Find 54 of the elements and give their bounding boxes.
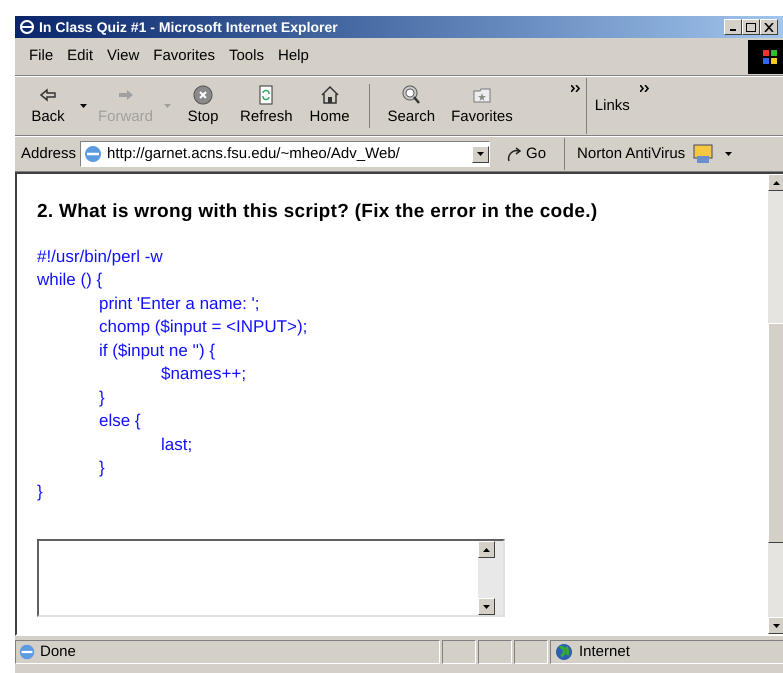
toolbar-button[interactable]: Refresh	[232, 84, 301, 128]
down-arrow-icon	[773, 624, 780, 628]
go-button[interactable]: Go	[506, 142, 546, 166]
search-icon	[400, 84, 422, 106]
maximize-button[interactable]	[742, 19, 760, 35]
status-panel	[478, 640, 512, 664]
status-panel	[442, 640, 476, 664]
up-arrow-icon	[773, 180, 780, 184]
scroll-down-button[interactable]	[478, 598, 495, 615]
status-text: Done	[40, 642, 76, 662]
window-title: In Class Quiz #1 - Microsoft Internet Explorer	[39, 18, 338, 37]
norton-antivirus-button[interactable]: Norton AntiVirus	[577, 142, 686, 166]
links-label[interactable]: Links	[594, 94, 630, 118]
toolbar-button[interactable]: Home	[300, 84, 359, 128]
perl-code: #!/usr/bin/perl -w while () { print 'Enter a name: '; chomp ($input = <INPUT>); if ($input ne '') { $names++; } else { last; } }	[37, 246, 308, 502]
address-label: Address	[21, 144, 76, 164]
up-arrow-icon	[483, 548, 490, 552]
dropdown-caret-icon[interactable]	[80, 104, 87, 108]
house-icon	[318, 84, 341, 106]
toolbar-button[interactable]: Back	[19, 84, 77, 128]
menu-item[interactable]: File	[23, 45, 60, 68]
globe-icon	[555, 643, 573, 661]
antivirus-icon	[693, 144, 714, 164]
close-icon	[764, 22, 774, 32]
answer-textarea[interactable]	[37, 539, 505, 617]
down-arrow-icon	[483, 604, 490, 608]
dropdown-caret-icon[interactable]	[725, 152, 732, 156]
vertical-scrollbar[interactable]	[768, 174, 783, 634]
close-button[interactable]	[760, 19, 778, 35]
minimize-button[interactable]	[724, 19, 742, 35]
toolbar-button[interactable]: Favorites	[443, 84, 521, 128]
menu-item[interactable]: Help	[272, 45, 315, 68]
windows-logo-icon	[748, 40, 783, 74]
menu-item[interactable]: View	[101, 45, 146, 68]
stop-icon	[192, 84, 214, 106]
menu-item[interactable]: Edit	[61, 45, 100, 68]
status-panel	[514, 640, 548, 664]
scroll-up-button[interactable]	[478, 541, 495, 558]
scroll-down-button[interactable]	[768, 617, 783, 634]
maximize-icon	[746, 22, 756, 32]
scroll-up-button[interactable]	[768, 174, 783, 191]
scrollbar-thumb[interactable]	[768, 323, 783, 543]
chevron-icon[interactable]	[570, 85, 580, 92]
menu-item[interactable]: Tools	[222, 45, 270, 68]
scroll-down-button[interactable]	[472, 146, 490, 162]
minimize-icon	[730, 29, 736, 31]
question-text: 2. What is wrong with this script? (Fix the error in the code.)	[37, 200, 598, 224]
toolbar-button[interactable]: Stop	[174, 84, 232, 128]
chevron-icon[interactable]	[640, 85, 649, 92]
address-field[interactable]: http://garnet.acns.fsu.edu/~mheo/Adv_Web/	[80, 141, 490, 167]
menu-item[interactable]: Favorites	[147, 45, 221, 68]
down-arrow-icon	[477, 152, 484, 156]
toolbar-button[interactable]: Search	[380, 84, 444, 128]
zone-text: Internet	[579, 642, 630, 662]
